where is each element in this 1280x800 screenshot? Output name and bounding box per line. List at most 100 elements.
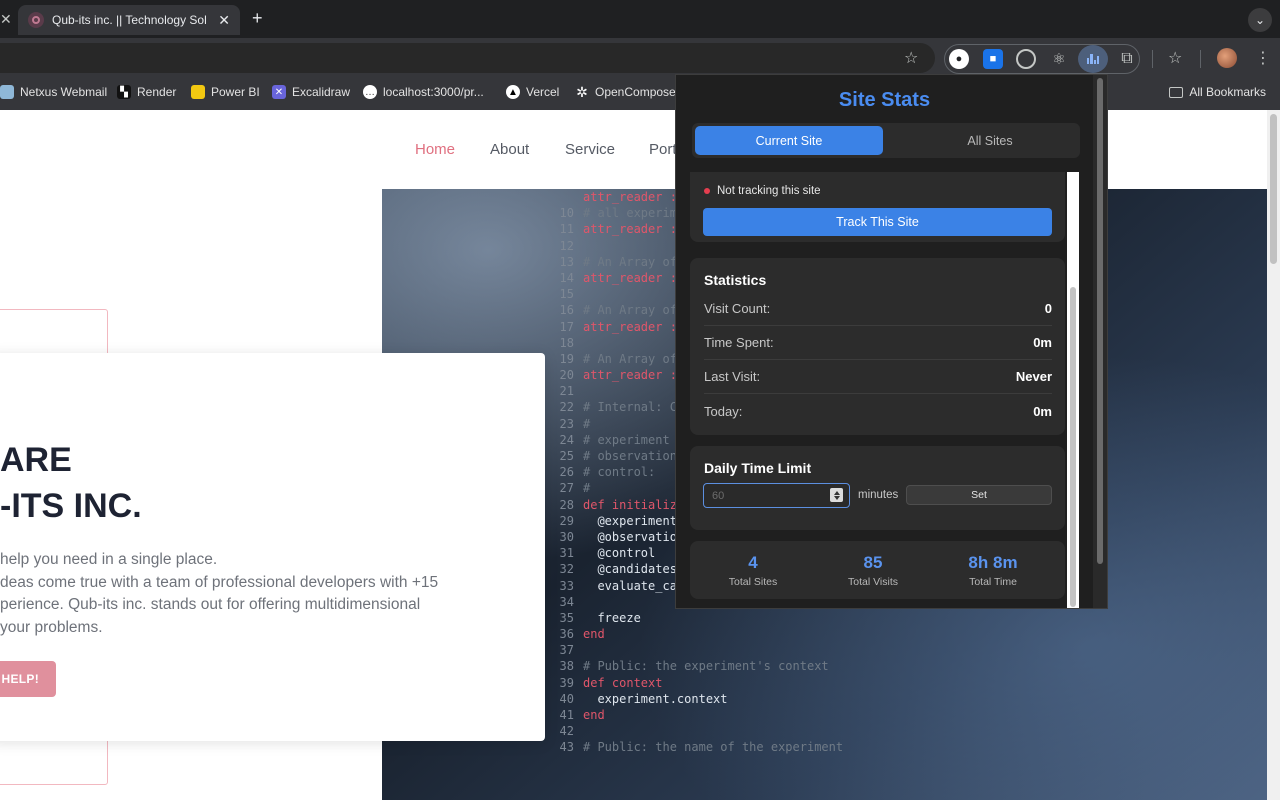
- stat-value: 0m: [1033, 403, 1052, 419]
- extension-react-icon[interactable]: ⚛: [1049, 49, 1069, 69]
- site-favicon-icon: [28, 12, 44, 28]
- line-number: 29: [559, 513, 574, 528]
- popup-title: Site Stats: [838, 89, 931, 111]
- code-text: # Public: the name of the experiment: [583, 740, 844, 755]
- line-number: 37: [559, 643, 574, 658]
- stat-time-spent: Time Spent: 0m: [704, 326, 1052, 360]
- stepper-arrows-icon[interactable]: [830, 488, 843, 502]
- stat-label: Visit Count:: [704, 301, 771, 316]
- popup-content-scrollbar[interactable]: [1067, 172, 1079, 608]
- code-text: attr_reader :o: [583, 270, 685, 285]
- hero-text-line: perience. Qub-its inc. stands out for of…: [0, 596, 421, 613]
- minutes-label: minutes: [858, 489, 899, 501]
- stat-value: 0m: [1033, 335, 1052, 350]
- bookmark-netxus-webmail[interactable]: Netxus Webmail: [0, 85, 107, 99]
- bookmark-label: Excalidraw: [292, 85, 351, 99]
- line-number: 38: [559, 659, 574, 674]
- line-number: 41: [559, 708, 574, 722]
- tab-title: Qub-its inc. || Technology Sol: [52, 13, 207, 27]
- bookmark-opencompose[interactable]: ✲ OpenCompose: [575, 84, 676, 100]
- menu-dots-icon[interactable]: ⋮: [1255, 48, 1271, 68]
- hero-title-line: -ITS INC.: [0, 487, 142, 525]
- line-number: 13: [559, 254, 574, 269]
- excalidraw-icon: ✕: [272, 85, 286, 99]
- set-limit-button[interactable]: Set: [906, 485, 1052, 505]
- code-text: #: [583, 481, 591, 496]
- track-site-button[interactable]: Track This Site: [703, 208, 1052, 236]
- all-bookmarks[interactable]: All Bookmarks: [1169, 85, 1266, 99]
- tab-search-chevron-icon[interactable]: ⌄: [1248, 8, 1272, 32]
- code-text: experiment.context: [583, 691, 728, 706]
- code-text: attr_reader :m: [583, 319, 685, 334]
- line-number: 42: [559, 724, 574, 739]
- popup-content: Not tracking this site Track This Site S…: [690, 172, 1079, 608]
- total-value: 4: [748, 553, 758, 572]
- stat-visit-count: Visit Count: 0: [704, 292, 1052, 326]
- hero-text-line: your problems.: [0, 618, 103, 636]
- popup-outer-scrollbar[interactable]: [1093, 75, 1107, 608]
- code-line: 35 freeze: [548, 610, 928, 626]
- bookmark-excalidraw[interactable]: ✕ Excalidraw: [272, 85, 350, 99]
- folder-icon: [1169, 86, 1184, 98]
- nav-service[interactable]: Service: [565, 141, 615, 158]
- line-number: 35: [559, 610, 574, 625]
- line-number: 19: [559, 351, 574, 366]
- popup-scrollbar-thumb[interactable]: [1070, 287, 1076, 607]
- address-bar[interactable]: [0, 43, 935, 73]
- total-value: 85: [863, 553, 883, 572]
- bookmark-render[interactable]: ▚ Render: [117, 85, 176, 99]
- stat-last-visit: Last Visit: Never: [704, 360, 1052, 394]
- hero-title-line: ARE: [0, 441, 72, 479]
- site-stats-popup: Site Stats Current Site All Sites Not tr…: [675, 74, 1108, 609]
- extension-shield-icon[interactable]: ■: [983, 49, 1003, 69]
- statistics-card: Statistics Visit Count: 0 Time Spent: 0m…: [690, 258, 1065, 435]
- popup-outer-scrollbar-thumb[interactable]: [1097, 78, 1103, 564]
- get-help-button[interactable]: H HELP!: [0, 661, 56, 697]
- tab-all-sites[interactable]: All Sites: [902, 126, 1078, 155]
- bookmark-power-bi[interactable]: Power BI: [191, 85, 260, 99]
- line-number: 32: [559, 562, 574, 577]
- bookmark-star-icon[interactable]: ☆: [904, 48, 918, 68]
- daily-limit-input[interactable]: 60: [703, 483, 850, 508]
- extension-ring-icon[interactable]: [1016, 49, 1036, 69]
- nav-portfolio[interactable]: Port: [649, 141, 677, 158]
- extension-circle-icon[interactable]: ●: [949, 49, 969, 69]
- code-text: # experiment: [583, 432, 670, 447]
- site-stats-extension-icon[interactable]: [1078, 45, 1108, 73]
- hero-title: ARE -ITS INC.: [0, 437, 142, 529]
- line-number: 30: [559, 529, 574, 544]
- bookmark-vercel[interactable]: ▲ Vercel: [506, 85, 559, 99]
- line-number: 25: [559, 449, 574, 463]
- hero-text-line: deas come true with a team of profession…: [0, 573, 439, 591]
- page-scrollbar[interactable]: [1267, 110, 1280, 800]
- extensions-puzzle-icon[interactable]: ⧉: [1117, 49, 1137, 69]
- code-text: # An Array of: [583, 303, 677, 318]
- hero-text-line: help you need in a single place.: [0, 551, 218, 568]
- line-number: 36: [559, 627, 574, 642]
- toolbar-separator: [1200, 50, 1201, 68]
- reading-list-star-icon[interactable]: ☆: [1168, 48, 1182, 68]
- browser-tab[interactable]: Qub-its inc. || Technology Sol ✕: [18, 5, 240, 35]
- page-scrollbar-thumb[interactable]: [1270, 114, 1277, 264]
- bookmark-label: Netxus Webmail: [20, 85, 108, 99]
- code-text: # An Array of: [583, 351, 677, 366]
- tab-current-site[interactable]: Current Site: [695, 126, 883, 155]
- tracking-card: Not tracking this site Track This Site: [690, 172, 1065, 242]
- code-line: 40 experiment.context: [548, 691, 928, 707]
- close-icon[interactable]: ✕: [0, 11, 12, 28]
- nav-home[interactable]: Home: [415, 141, 455, 158]
- nav-about[interactable]: About: [490, 141, 529, 158]
- bookmark-localhost[interactable]: … localhost:3000/pr...: [363, 85, 484, 99]
- bookmark-label: Render: [137, 85, 177, 99]
- new-tab-icon[interactable]: +: [252, 8, 263, 29]
- line-number: 24: [559, 432, 574, 447]
- bookmark-label: OpenCompose: [595, 85, 676, 99]
- line-number: 21: [559, 384, 574, 399]
- line-number: 15: [559, 287, 574, 302]
- line-number: 43: [559, 740, 574, 755]
- total-time: 8h 8m Total Time: [938, 553, 1048, 588]
- hero-description: help you need in a single place. deas co…: [0, 549, 438, 639]
- profile-avatar[interactable]: [1217, 48, 1237, 68]
- code-line: 39 def context: [548, 675, 928, 691]
- tab-close-icon[interactable]: ✕: [218, 12, 230, 29]
